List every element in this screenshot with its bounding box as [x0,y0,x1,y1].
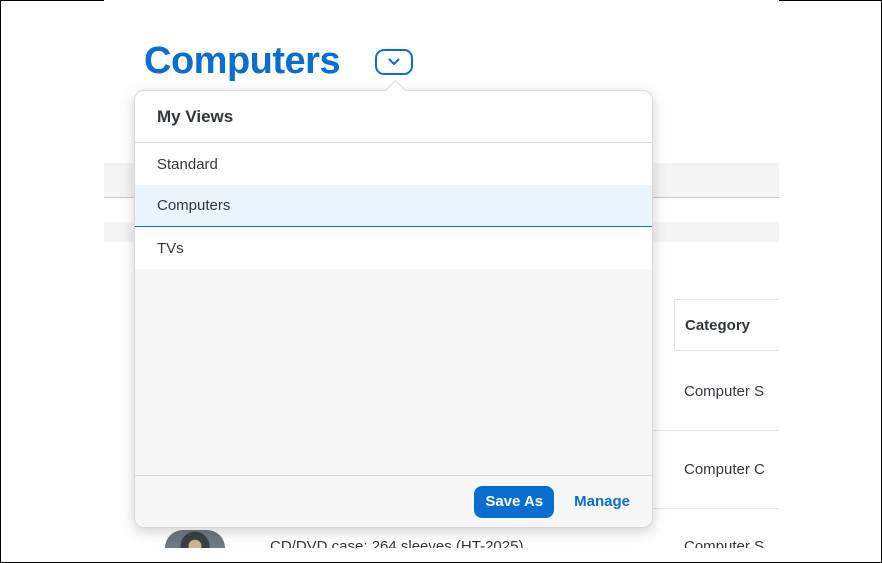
product-thumbnail [165,530,225,548]
table-cell-category: Computer S [684,383,765,400]
bottom-mask [104,548,779,561]
row-divider [650,508,779,509]
variant-toggle-button[interactable] [375,49,413,75]
page-title: Computers [144,40,341,82]
chevron-down-icon [388,58,400,65]
variant-item-computers[interactable]: Computers [135,185,652,227]
table-cell-category: Computer C [684,461,765,478]
variant-item-tvs[interactable]: TVs [135,227,652,269]
popover-footer: Save As Manage [135,475,652,527]
save-as-button[interactable]: Save As [474,485,555,518]
column-header-category[interactable]: Category [674,299,779,351]
variant-item-standard[interactable]: Standard [135,143,652,185]
manage-button[interactable]: Manage [574,493,630,510]
variant-list: Standard Computers TVs [135,143,652,269]
variant-management-popover: My Views Standard Computers TVs Save As … [134,90,653,528]
row-divider [650,430,779,431]
